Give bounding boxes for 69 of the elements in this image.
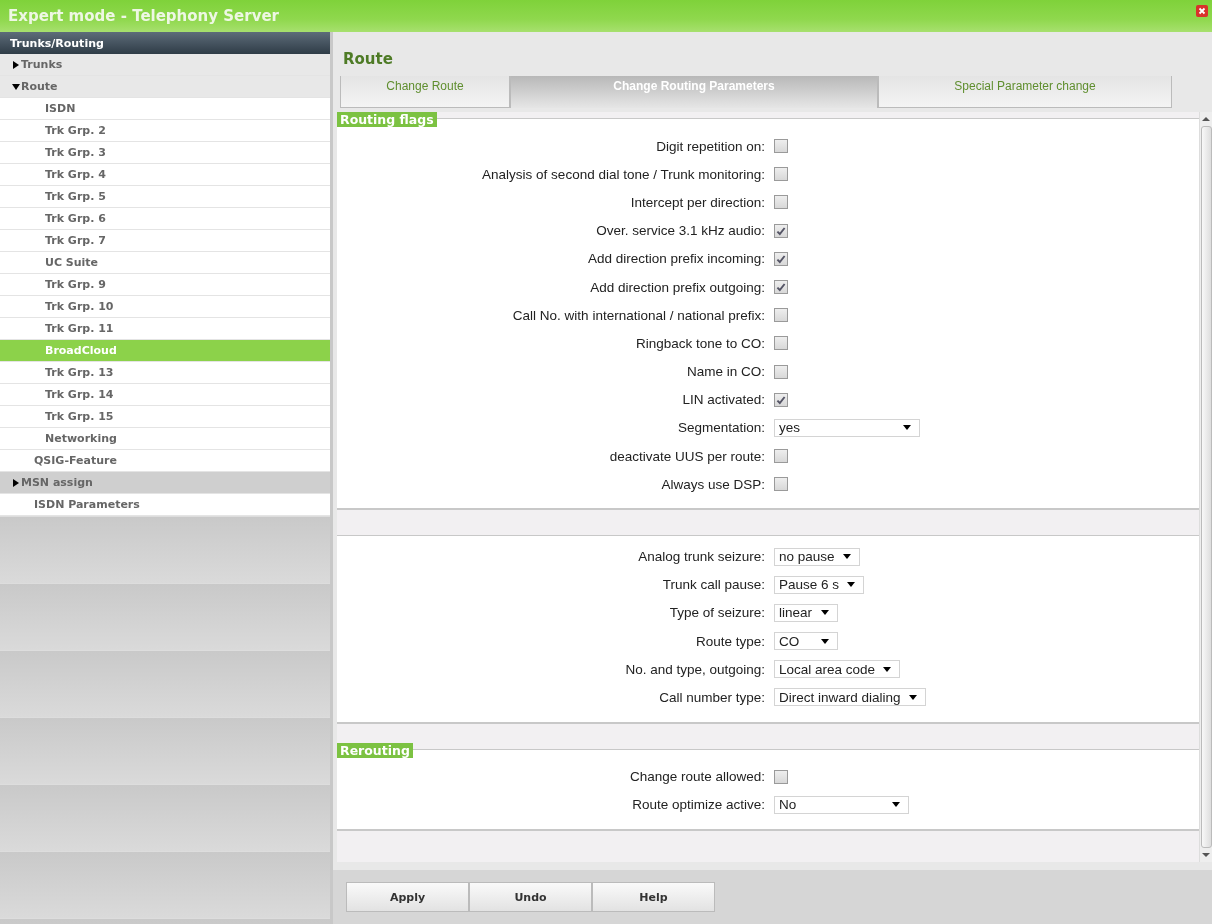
tab[interactable]: Special Parameter change <box>878 76 1172 108</box>
window-title: Expert mode - Telephony Server <box>8 7 279 25</box>
caret-icon <box>892 802 900 808</box>
checkbox[interactable] <box>774 308 788 323</box>
dropdown[interactable]: CO <box>774 632 838 651</box>
action-button[interactable]: Apply <box>346 882 469 912</box>
checkbox[interactable] <box>774 167 788 182</box>
field-label: Trunk call pause: <box>662 577 765 593</box>
page-title: Route <box>342 49 394 70</box>
action-button[interactable]: Help <box>592 882 715 912</box>
tree-folder[interactable]: Route <box>0 76 330 98</box>
checkbox[interactable] <box>774 223 788 238</box>
dropdown[interactable]: Local area code <box>774 660 901 679</box>
section-legend: Rerouting <box>337 742 413 758</box>
checkbox[interactable] <box>774 280 788 295</box>
dropdown[interactable]: yes <box>774 418 920 437</box>
field-label: Name in CO: <box>686 364 765 380</box>
field-label: No. and type, outgoing: <box>625 661 765 677</box>
close-icon[interactable] <box>1196 5 1208 17</box>
caret-icon <box>883 666 892 672</box>
caret-icon <box>842 554 851 560</box>
checkbox[interactable] <box>774 336 788 351</box>
caret-icon <box>908 694 917 700</box>
scroll-down-icon[interactable] <box>1202 852 1210 858</box>
field-label: Ringback tone to CO: <box>635 335 765 351</box>
action-button[interactable]: Undo <box>469 882 592 912</box>
checkbox[interactable] <box>774 139 788 154</box>
field-label: Route optimize active: <box>632 797 765 813</box>
field-label: Route type: <box>695 633 765 649</box>
dropdown[interactable]: linear <box>774 603 838 622</box>
checkbox[interactable] <box>774 769 788 784</box>
field-label: Call No. with international / national prefix: <box>512 307 765 323</box>
field-label: Intercept per direction: <box>630 194 765 210</box>
field-label: Over. service 3.1 kHz audio: <box>596 223 765 239</box>
checkbox[interactable] <box>774 195 788 210</box>
caret-icon <box>821 638 829 644</box>
checkbox[interactable] <box>774 392 788 407</box>
field-label: Analysis of second dial tone / Trunk monitoring: <box>482 166 765 182</box>
field-label: Change route allowed: <box>629 769 765 785</box>
field-label: Call number type: <box>659 689 765 705</box>
field-label: Type of seizure: <box>669 605 765 621</box>
dropdown[interactable]: no pause <box>774 547 860 566</box>
checkbox[interactable] <box>774 449 788 464</box>
caret-icon <box>903 425 911 431</box>
tree-folder[interactable]: Trunks <box>0 54 330 76</box>
section-legend: Routing flags <box>337 112 437 127</box>
field-label: Add direction prefix incoming: <box>587 251 765 267</box>
sidebar-header: Trunks/Routing <box>0 32 330 54</box>
scroll-up-icon[interactable] <box>1202 116 1210 122</box>
field-label: Digit repetition on: <box>656 138 765 154</box>
field-label: Segmentation: <box>677 420 765 436</box>
dropdown[interactable]: Direct inward dialing <box>774 688 926 707</box>
tab[interactable]: Change Route <box>340 76 510 108</box>
field-label: deactivate UUS per route: <box>609 448 765 464</box>
collapsed-arrow-icon <box>12 478 20 487</box>
checkbox[interactable] <box>774 251 788 266</box>
caret-icon <box>821 610 829 616</box>
expanded-arrow-icon <box>12 82 20 91</box>
field-label: Add direction prefix outgoing: <box>590 279 765 295</box>
dropdown[interactable]: No <box>774 795 909 814</box>
field-label: Always use DSP: <box>661 476 765 492</box>
dropdown[interactable]: Pause 6 s <box>774 575 865 594</box>
checkbox[interactable] <box>774 477 788 492</box>
caret-icon <box>847 582 856 588</box>
field-label: LIN activated: <box>682 392 765 408</box>
checkbox[interactable] <box>774 364 788 379</box>
field-label: Analog trunk seizure: <box>638 549 765 565</box>
collapsed-arrow-icon <box>12 60 20 69</box>
tree-folder[interactable]: MSN assign <box>0 472 330 494</box>
